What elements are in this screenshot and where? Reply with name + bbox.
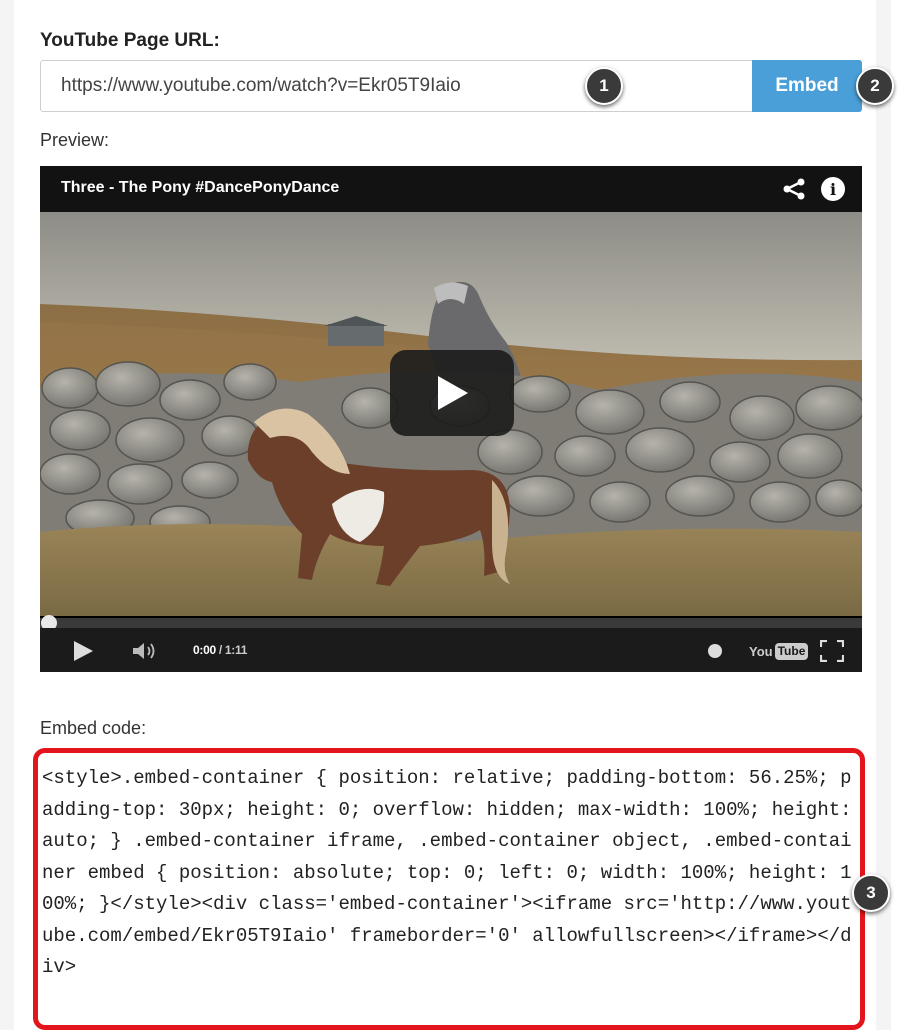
youtube-logo[interactable]: You Tube (749, 641, 809, 661)
video-player[interactable]: Three - The Pony #DancePonyDance i 0:00 … (40, 166, 862, 672)
video-title-bar: Three - The Pony #DancePonyDance i (40, 166, 862, 212)
embed-code-text[interactable]: <style>.embed-container { position: rela… (42, 763, 857, 984)
time-current: 0:00 (193, 643, 216, 657)
volume-icon[interactable] (132, 641, 158, 661)
progress-bar[interactable] (40, 618, 862, 628)
play-overlay-button[interactable] (390, 350, 514, 436)
info-icon[interactable]: i (821, 177, 845, 201)
fullscreen-icon[interactable] (820, 640, 844, 662)
clock-icon[interactable] (708, 644, 722, 658)
share-icon[interactable] (782, 178, 806, 200)
embed-code-box[interactable]: <style>.embed-container { position: rela… (33, 748, 865, 1030)
step-marker-3: 3 (852, 874, 890, 912)
embed-button[interactable]: Embed (752, 60, 862, 112)
video-title[interactable]: Three - The Pony #DancePonyDance (61, 179, 339, 197)
step-marker-1: 1 (585, 67, 623, 105)
step-marker-2: 2 (856, 67, 894, 105)
time-total: / 1:11 (215, 643, 248, 657)
control-bar: 0:00 / 1:11 You Tube (40, 628, 862, 672)
youtube-logo-you: You (749, 643, 773, 659)
url-label: YouTube Page URL: (40, 30, 220, 51)
url-input-group: Embed (40, 60, 862, 112)
embed-code-label: Embed code: (40, 718, 147, 738)
play-icon[interactable] (72, 640, 94, 662)
preview-label: Preview: (40, 130, 110, 150)
time-display: 0:00 / 1:11 (193, 643, 247, 657)
youtube-url-input[interactable] (41, 61, 751, 111)
play-overlay-icon (438, 376, 468, 410)
youtube-logo-tube: Tube (774, 642, 809, 660)
